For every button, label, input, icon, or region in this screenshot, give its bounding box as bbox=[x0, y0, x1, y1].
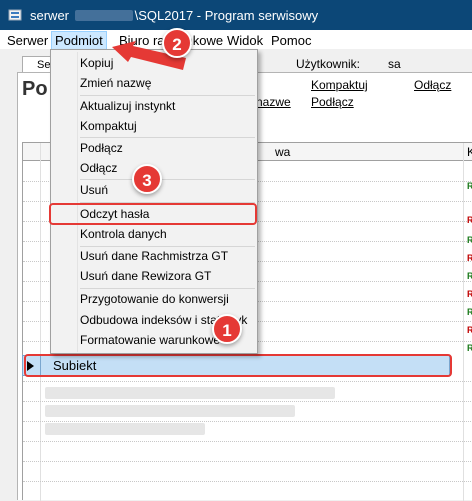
step-badge-1: 1 bbox=[212, 314, 242, 344]
step-badge-2: 2 bbox=[162, 28, 192, 58]
annotation-arrow bbox=[112, 41, 186, 70]
step-badge-3: 3 bbox=[132, 164, 162, 194]
